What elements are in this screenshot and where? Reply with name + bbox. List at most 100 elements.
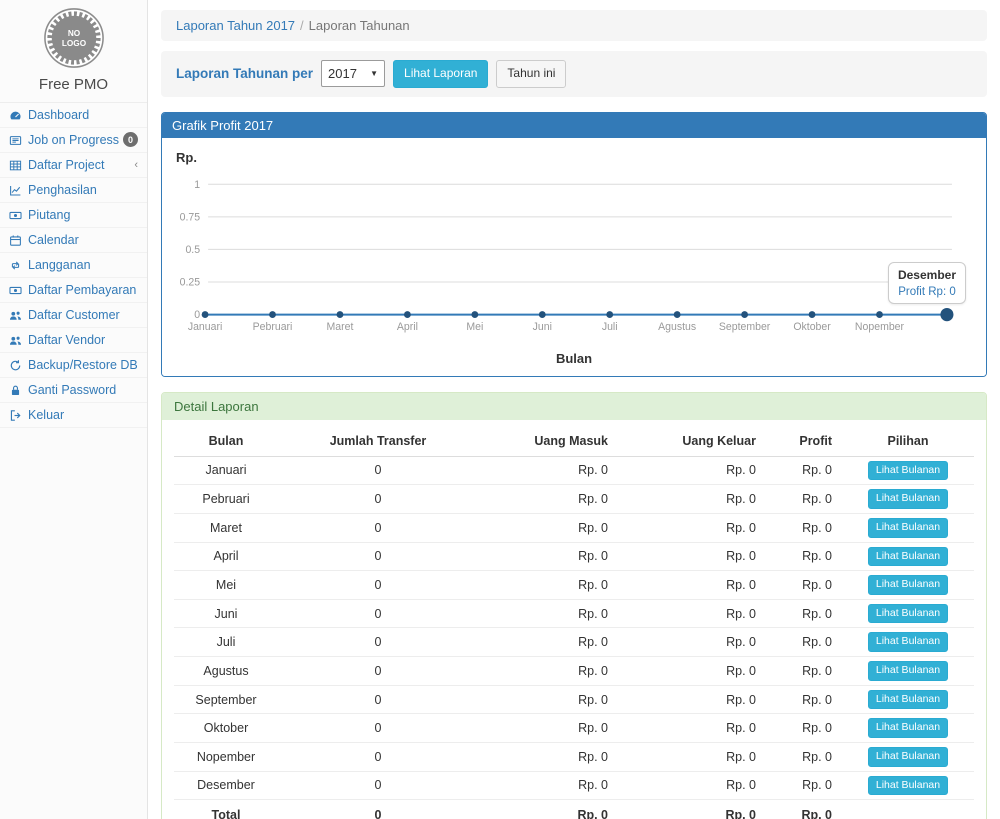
cell-uang_keluar: Rp. 0 [618,800,766,819]
chart-tooltip: Desember Profit Rp: 0 [888,262,966,304]
cell-jumlah_transfer: 0 [278,542,478,571]
cell-uang_keluar: Rp. 0 [618,714,766,743]
sidebar-item-label: Backup/Restore DB [28,358,138,372]
sidebar-item-label: Calendar [28,233,79,247]
cell-pilihan: Lihat Bulanan [842,685,974,714]
dashboard-icon [9,109,22,122]
cell-uang_masuk: Rp. 0 [478,542,618,571]
sidebar-item-ganti-password[interactable]: Ganti Password [0,378,147,403]
cell-profit: Rp. 0 [766,571,842,600]
breadcrumb-link[interactable]: Laporan Tahun 2017 [176,18,295,33]
report-controls-label: Laporan Tahunan per [176,66,313,81]
chevron-left-icon: ‹ [134,159,138,171]
year-select[interactable]: 2017 ▼ [321,60,385,87]
main-area: Laporan Tahun 2017/Laporan Tahunan Lapor… [148,0,1000,819]
sidebar-item-job-on-progress[interactable]: Job on Progress0 [0,128,147,153]
cell-pilihan: Lihat Bulanan [842,456,974,485]
table-row: Mei0Rp. 0Rp. 0Rp. 0Lihat Bulanan [174,571,974,600]
lihat-bulanan-button[interactable]: Lihat Bulanan [868,632,948,652]
retweet-icon [9,259,22,272]
svg-text:April: April [397,320,418,332]
cell-profit: Rp. 0 [766,685,842,714]
sidebar-item-keluar[interactable]: Keluar [0,403,147,428]
cell-jumlah_transfer: 0 [278,800,478,819]
svg-text:Pebruari: Pebruari [253,320,293,332]
cell-uang_masuk: Rp. 0 [478,800,618,819]
cell-uang_masuk: Rp. 0 [478,485,618,514]
table-row: Maret0Rp. 0Rp. 0Rp. 0Lihat Bulanan [174,513,974,542]
table-header-row: BulanJumlah TransferUang MasukUang Kelua… [174,426,974,457]
cell-uang_keluar: Rp. 0 [618,771,766,800]
sidebar-item-label: Daftar Project [28,158,104,172]
svg-text:Januari: Januari [188,320,222,332]
cell-uang_keluar: Rp. 0 [618,513,766,542]
newspaper-icon [9,134,22,147]
lihat-bulanan-button[interactable]: Lihat Bulanan [868,604,948,624]
logo-text-line2: LOGO [61,39,86,48]
app-window: NO LOGO Free PMO DashboardJob on Progres… [0,0,1000,819]
svg-text:Juni: Juni [533,320,552,332]
cell-pilihan: Lihat Bulanan [842,485,974,514]
chart-y-axis-label: Rp. [176,150,197,165]
cell-uang_keluar: Rp. 0 [618,685,766,714]
cell-profit: Rp. 0 [766,657,842,686]
cell-bulan: Pebruari [174,485,278,514]
cell-profit: Rp. 0 [766,542,842,571]
sidebar-item-piutang[interactable]: Piutang [0,203,147,228]
cell-profit: Rp. 0 [766,800,842,819]
cell-bulan: Mei [174,571,278,600]
column-header-bulan: Bulan [174,426,278,457]
cell-uang_masuk: Rp. 0 [478,571,618,600]
lihat-bulanan-button[interactable]: Lihat Bulanan [868,690,948,710]
sidebar-item-backup-restore-db[interactable]: Backup/Restore DB [0,353,147,378]
chart-x-axis-label: Bulan [174,351,974,366]
cell-bulan: April [174,542,278,571]
no-logo-badge-icon: NO LOGO [43,7,105,69]
sidebar: NO LOGO Free PMO DashboardJob on Progres… [0,0,148,819]
lihat-bulanan-button[interactable]: Lihat Bulanan [868,776,948,796]
sidebar-item-dashboard[interactable]: Dashboard [0,103,147,128]
cell-profit: Rp. 0 [766,513,842,542]
lihat-bulanan-button[interactable]: Lihat Bulanan [868,661,948,681]
svg-text:1: 1 [194,178,200,190]
table-icon [9,159,22,172]
chevron-down-icon: ▼ [370,69,378,78]
tooltip-title: Desember [898,268,956,282]
cell-bulan: Maret [174,513,278,542]
detail-laporan-table: BulanJumlah TransferUang MasukUang Kelua… [174,426,974,819]
cell-jumlah_transfer: 0 [278,513,478,542]
lihat-bulanan-button[interactable]: Lihat Bulanan [868,547,948,567]
svg-text:0: 0 [194,309,200,321]
cell-bulan: September [174,685,278,714]
cell-uang_keluar: Rp. 0 [618,628,766,657]
sidebar-item-daftar-pembayaran[interactable]: Daftar Pembayaran [0,278,147,303]
tahun-ini-button[interactable]: Tahun ini [496,60,566,88]
sidebar-item-label: Langganan [28,258,91,272]
cell-pilihan: Lihat Bulanan [842,743,974,772]
sidebar-item-daftar-vendor[interactable]: Daftar Vendor [0,328,147,353]
cell-jumlah_transfer: 0 [278,485,478,514]
cell-bulan: Nopember [174,743,278,772]
lihat-bulanan-button[interactable]: Lihat Bulanan [868,747,948,767]
lihat-laporan-button[interactable]: Lihat Laporan [393,60,488,88]
cell-bulan: Juli [174,628,278,657]
tooltip-value: Profit Rp: 0 [898,286,956,298]
lihat-bulanan-button[interactable]: Lihat Bulanan [868,518,948,538]
sidebar-item-penghasilan[interactable]: Penghasilan [0,178,147,203]
sidebar-item-daftar-customer[interactable]: Daftar Customer [0,303,147,328]
cell-profit: Rp. 0 [766,456,842,485]
cell-uang_keluar: Rp. 0 [618,599,766,628]
users-icon [9,309,22,322]
cell-pilihan: Lihat Bulanan [842,513,974,542]
sidebar-item-daftar-project[interactable]: Daftar Project ‹ [0,153,147,178]
sidebar-item-calendar[interactable]: Calendar [0,228,147,253]
cell-profit: Rp. 0 [766,714,842,743]
sidebar-item-langganan[interactable]: Langganan [0,253,147,278]
table-row: Nopember0Rp. 0Rp. 0Rp. 0Lihat Bulanan [174,743,974,772]
lihat-bulanan-button[interactable]: Lihat Bulanan [868,489,948,509]
cell-bulan: Januari [174,456,278,485]
lihat-bulanan-button[interactable]: Lihat Bulanan [868,718,948,738]
lihat-bulanan-button[interactable]: Lihat Bulanan [868,461,948,481]
lihat-bulanan-button[interactable]: Lihat Bulanan [868,575,948,595]
lock-icon [9,384,22,397]
